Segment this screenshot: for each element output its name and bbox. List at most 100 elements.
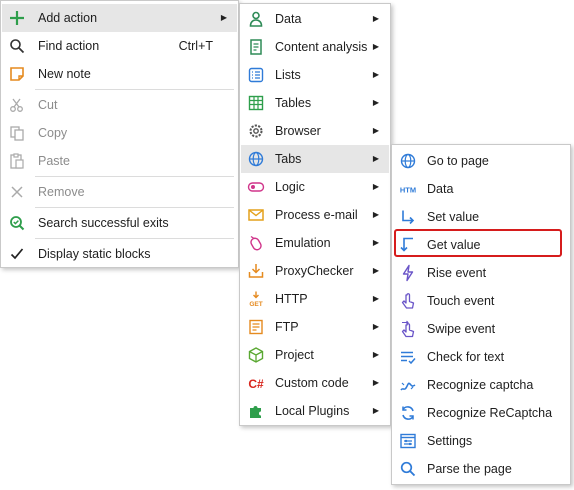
submenu-item-label: ProxyChecker	[275, 264, 354, 278]
submenu-arrow-icon: ▶	[372, 210, 379, 219]
checkmark-icon	[8, 245, 26, 263]
submenu-item-label: FTP	[275, 320, 299, 334]
submenu-arrow-icon: ▶	[372, 266, 379, 275]
csharp-icon: C#	[247, 374, 265, 392]
search-exits-item[interactable]: Search successful exits	[2, 209, 237, 237]
http-get-icon-text: GET	[249, 301, 262, 308]
remove-item[interactable]: Remove	[2, 178, 237, 206]
submenu-item-ftp[interactable]: FTP ▶	[241, 313, 389, 341]
submenu-item-label: Custom code	[275, 376, 349, 390]
scissors-icon	[8, 96, 26, 114]
tabs-item-label: Settings	[427, 434, 473, 448]
submenu-item-label: HTTP	[275, 292, 308, 306]
tabs-item-label: Rise event	[427, 266, 487, 280]
tabs-item-rise-event[interactable]: Rise event	[393, 259, 569, 287]
tabs-item-go-to-page[interactable]: Go to page	[393, 147, 569, 175]
copy-item[interactable]: Copy	[2, 119, 237, 147]
lightning-icon	[399, 264, 417, 282]
cut-label: Cut	[38, 98, 58, 112]
tabs-item-settings[interactable]: Settings	[393, 427, 569, 455]
puzzle-icon	[247, 402, 265, 420]
add-action-label: Add action	[38, 11, 98, 25]
submenu-arrow-icon: ▶	[372, 98, 379, 107]
submenu-arrow-icon: ▶	[372, 238, 379, 247]
toggle-icon	[247, 178, 265, 196]
submenu-arrow-icon: ▶	[372, 378, 379, 387]
gear-icon	[247, 122, 265, 140]
paste-item[interactable]: Paste	[2, 147, 237, 175]
submenu-item-tabs[interactable]: Tabs ▶	[241, 145, 389, 173]
search-exits-label: Search successful exits	[38, 216, 169, 230]
tabs-submenu: Go to page HTM Data Set value Get value …	[391, 144, 571, 485]
tabs-item-check-for-text[interactable]: Check for text	[393, 343, 569, 371]
find-action-item[interactable]: Find action Ctrl+T	[2, 32, 237, 60]
submenu-arrow-icon: ▶	[372, 42, 379, 51]
copy-label: Copy	[38, 126, 68, 140]
submenu-arrow-icon: ▶	[372, 182, 379, 191]
paste-label: Paste	[38, 154, 70, 168]
submenu-arrow-icon: ▶	[372, 14, 379, 23]
submenu-item-local-plugins[interactable]: Local Plugins ▶	[241, 397, 389, 425]
separator	[35, 176, 234, 177]
add-action-submenu: Data ▶ Content analysis ▶ Lists ▶ Tables…	[239, 3, 391, 426]
search-icon	[8, 37, 26, 55]
csharp-icon-text: C#	[248, 377, 264, 391]
settings-window-icon	[399, 432, 417, 450]
display-static-label: Display static blocks	[38, 247, 151, 261]
submenu-arrow-icon: ▶	[220, 13, 227, 22]
html-icon-text: HTM	[400, 186, 416, 195]
separator	[35, 207, 234, 208]
submenu-item-logic[interactable]: Logic ▶	[241, 173, 389, 201]
tabs-item-recognize-recaptcha[interactable]: Recognize ReCaptcha	[393, 399, 569, 427]
submenu-item-lists[interactable]: Lists ▶	[241, 61, 389, 89]
plus-icon	[8, 9, 26, 27]
find-action-shortcut: Ctrl+T	[178, 39, 213, 53]
submenu-item-emulation[interactable]: Emulation ▶	[241, 229, 389, 257]
envelope-icon	[247, 206, 265, 224]
submenu-item-label: Local Plugins	[275, 404, 350, 418]
touch-hand-icon	[399, 292, 417, 310]
submenu-item-custom-code[interactable]: C# Custom code ▶	[241, 369, 389, 397]
tabs-item-label: Set value	[427, 210, 480, 224]
submenu-item-label: Tabs	[275, 152, 302, 166]
submenu-item-tables[interactable]: Tables ▶	[241, 89, 389, 117]
submenu-arrow-icon: ▶	[372, 322, 379, 331]
submenu-item-project[interactable]: Project ▶	[241, 341, 389, 369]
tabs-item-label: Data	[427, 182, 454, 196]
tabs-item-label: Recognize ReCaptcha	[427, 406, 553, 420]
captcha-icon	[399, 376, 417, 394]
display-static-item[interactable]: Display static blocks	[2, 240, 237, 268]
submenu-item-http[interactable]: GET HTTP ▶	[241, 285, 389, 313]
new-note-item[interactable]: New note	[2, 60, 237, 88]
tabs-item-label: Check for text	[427, 350, 505, 364]
remove-label: Remove	[38, 185, 85, 199]
submenu-item-label: Data	[275, 12, 302, 26]
table-icon	[247, 94, 265, 112]
find-action-label: Find action	[38, 39, 100, 53]
submenu-item-label: Process e-mail	[275, 208, 358, 222]
tabs-item-touch-event[interactable]: Touch event	[393, 287, 569, 315]
submenu-arrow-icon: ▶	[372, 70, 379, 79]
tabs-item-data[interactable]: HTM Data	[393, 175, 569, 203]
submenu-item-label: Browser	[275, 124, 321, 138]
tabs-item-parse-the-page[interactable]: Parse the page	[393, 455, 569, 483]
submenu-arrow-icon: ▶	[372, 154, 379, 163]
submenu-item-data[interactable]: Data ▶	[241, 5, 389, 33]
add-action-item[interactable]: Add action ▶	[2, 4, 237, 32]
close-icon	[8, 183, 26, 201]
search-icon	[399, 460, 417, 478]
cut-item[interactable]: Cut	[2, 91, 237, 119]
tabs-item-set-value[interactable]: Set value	[393, 203, 569, 231]
html-icon: HTM	[399, 180, 417, 198]
tabs-item-label: Swipe event	[427, 322, 496, 336]
separator	[35, 89, 234, 90]
submenu-item-proxychecker[interactable]: ProxyChecker ▶	[241, 257, 389, 285]
submenu-item-process-email[interactable]: Process e-mail ▶	[241, 201, 389, 229]
submenu-item-browser[interactable]: Browser ▶	[241, 117, 389, 145]
globe-icon	[247, 150, 265, 168]
list-icon	[247, 66, 265, 84]
tabs-item-recognize-captcha[interactable]: Recognize captcha	[393, 371, 569, 399]
submenu-item-content-analysis[interactable]: Content analysis ▶	[241, 33, 389, 61]
submenu-item-label: Emulation	[275, 236, 331, 250]
tabs-item-swipe-event[interactable]: Swipe event	[393, 315, 569, 343]
